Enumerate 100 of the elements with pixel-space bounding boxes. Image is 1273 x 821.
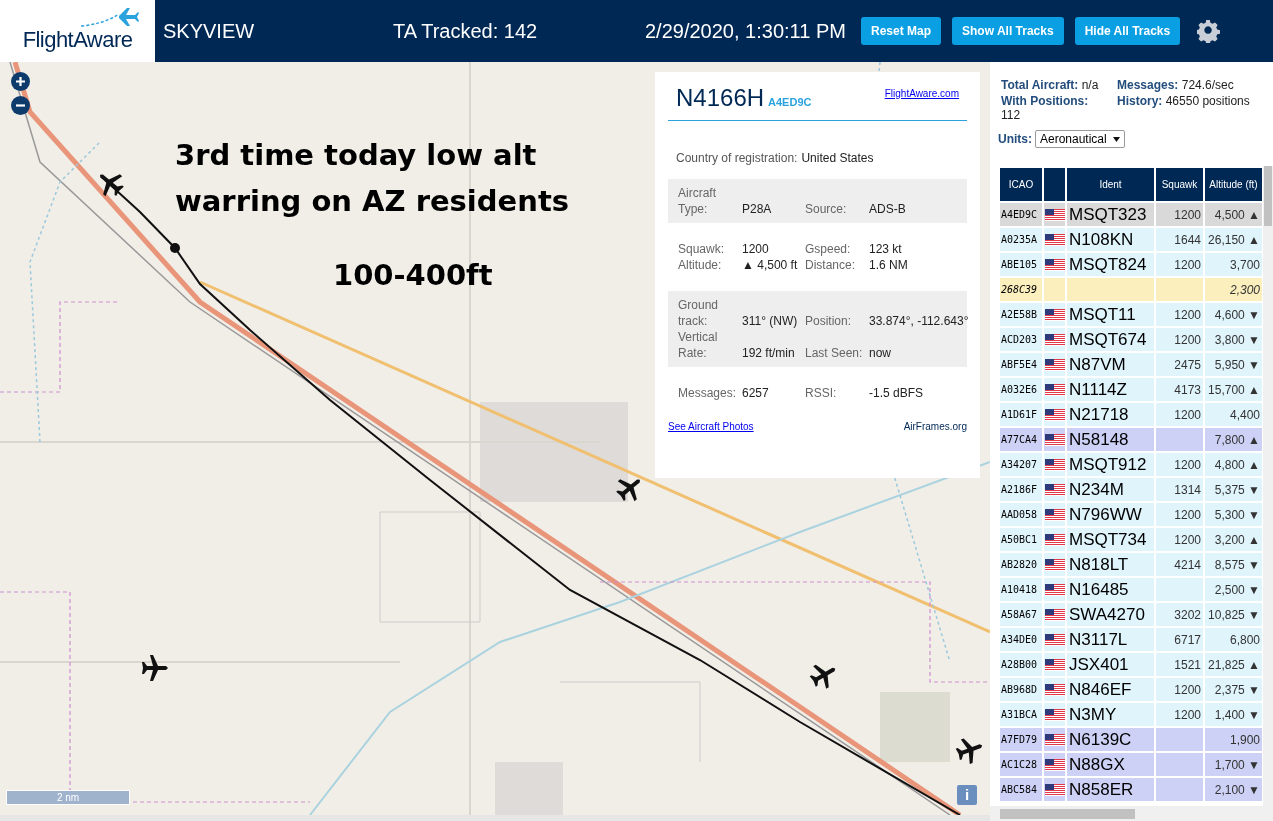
table-cell: 1314 (1156, 478, 1203, 501)
table-cell: 10,825 ▼ (1205, 603, 1262, 626)
aircraft-row[interactable]: AB968D N846EF 1200 2,375 ▼ (1000, 678, 1262, 701)
table-cell: 1200 (1156, 703, 1203, 726)
table-cell: 1200 (1156, 453, 1203, 476)
aircraft-row[interactable]: A7FD79 N6139C 1,900 (1000, 728, 1262, 751)
table-cell: MSQT824 (1067, 253, 1154, 276)
table-cell: 21,825 ▲ (1205, 653, 1262, 676)
stat-label: Messages: (1117, 78, 1179, 92)
flag-icon (1044, 558, 1065, 571)
aircraft-row[interactable]: AAD058 N796WW 1200 5,300 ▼ (1000, 503, 1262, 526)
column-header[interactable]: ICAO (1000, 168, 1042, 201)
field-value: ADS-B (869, 201, 907, 217)
annotation-text: warring on AZ residents (175, 183, 569, 220)
table-cell (1156, 728, 1203, 751)
annotation-text: 100-400ft (333, 257, 493, 294)
aircraft-row[interactable]: ABE105 MSQT824 1200 3,700 (1000, 253, 1262, 276)
table-cell: N3MY (1067, 703, 1154, 726)
logo[interactable]: FlightAware (0, 0, 155, 62)
aircraft-row[interactable]: A4ED9C MSQT323 1200 4,500 ▲ (1000, 203, 1262, 226)
field-value: 1200 (742, 241, 770, 257)
plane-icon[interactable] (100, 174, 124, 197)
aircraft-row[interactable]: A31BCA N3MY 1200 1,400 ▼ (1000, 703, 1262, 726)
field-value: 192 ft/min (742, 345, 796, 361)
plane-icon[interactable] (142, 655, 168, 681)
table-cell: 1200 (1156, 328, 1203, 351)
aircraft-row[interactable]: A2E58B MSQT11 1200 4,600 ▼ (1000, 303, 1262, 326)
aircraft-row[interactable]: 268C39 2,300 (1000, 278, 1262, 301)
tracked-count: TA Tracked: 142 (393, 19, 539, 44)
plane-logo-icon (79, 6, 139, 28)
aircraft-row[interactable]: A77CA4 N58148 7,800 ▲ (1000, 428, 1262, 451)
units-select[interactable]: Aeronautical (1035, 130, 1125, 148)
table-cell: 8,575 ▼ (1205, 553, 1262, 576)
field-label: RSSI: (805, 385, 838, 401)
stat-label: History: (1117, 94, 1163, 108)
flag-icon (1044, 358, 1065, 371)
table-cell: 3202 (1156, 603, 1203, 626)
aircraft-row[interactable]: A1D61F N21718 1200 4,400 (1000, 403, 1262, 426)
vertical-scrollbar[interactable] (1263, 166, 1273, 806)
table-cell: JSX401 (1067, 653, 1154, 676)
photos-link[interactable]: See Aircraft Photos (668, 419, 754, 434)
table-cell: A58A67 (1000, 603, 1042, 626)
aircraft-row[interactable]: ABC584 N858ER 2,100 ▼ (1000, 778, 1262, 801)
flag-icon (1044, 458, 1065, 471)
table-cell: 6,800 (1205, 628, 1262, 651)
field-label: Ground track: (678, 297, 720, 329)
field-value: 311° (NW) (742, 313, 799, 329)
aircraft-row[interactable]: A0235A N108KN 1644 26,150 ▲ (1000, 228, 1262, 251)
table-cell: 4,800 ▲ (1205, 453, 1262, 476)
aircraft-row[interactable]: A28B00 JSX401 1521 21,825 ▲ (1000, 653, 1262, 676)
table-cell: 3,800 ▼ (1205, 328, 1262, 351)
table-cell: N87VM (1067, 353, 1154, 376)
dropdown-arrow-icon (1112, 136, 1120, 142)
flightaware-link[interactable]: FlightAware.com (884, 86, 959, 101)
field-label: Source: (805, 201, 848, 217)
field-label: Squawk: (678, 241, 726, 257)
table-cell (1156, 278, 1203, 301)
aircraft-row[interactable]: A032E6 N1114Z 4173 15,700 ▲ (1000, 378, 1262, 401)
plane-icon[interactable] (616, 479, 640, 502)
table-cell: A34DE0 (1000, 628, 1042, 651)
table-cell: N16485 (1067, 578, 1154, 601)
table-cell: 2,375 ▼ (1205, 678, 1262, 701)
table-cell: A10418 (1000, 578, 1042, 601)
plane-icon[interactable] (809, 664, 836, 689)
table-cell: A4ED9C (1000, 203, 1042, 226)
plane-icon[interactable] (955, 738, 983, 764)
table-cell: MSQT11 (1067, 303, 1154, 326)
stat-value: 46550 positions (1165, 94, 1250, 108)
flag-icon (1044, 583, 1065, 596)
aircraft-row[interactable]: ACD203 MSQT674 1200 3,800 ▼ (1000, 328, 1262, 351)
flag-icon (1044, 508, 1065, 521)
aircraft-row[interactable]: A34DE0 N3117L 6717 6,800 (1000, 628, 1262, 651)
airframes-link[interactable]: AirFrames.org (903, 419, 967, 434)
table-cell: 1200 (1156, 528, 1203, 551)
table-cell: 1200 (1156, 678, 1203, 701)
horizontal-scrollbar[interactable] (990, 806, 1273, 821)
table-cell: AAD058 (1000, 503, 1042, 526)
column-header[interactable]: Ident (1067, 168, 1154, 201)
table-cell: N3117L (1067, 628, 1154, 651)
table-cell: 5,950 ▼ (1205, 353, 1262, 376)
aircraft-row[interactable]: A34207 MSQT912 1200 4,800 ▲ (1000, 453, 1262, 476)
field-value: 123 kt (869, 241, 903, 257)
aircraft-row[interactable]: AB2820 N818LT 4214 8,575 ▼ (1000, 553, 1262, 576)
table-cell: A31BCA (1000, 703, 1042, 726)
aircraft-row[interactable]: A10418 N16485 2,500 ▼ (1000, 578, 1262, 601)
settings-icon[interactable] (1197, 19, 1222, 43)
annotation-text: 3rd time today low alt (175, 137, 537, 174)
table-cell: 6717 (1156, 628, 1203, 651)
flag-icon (1044, 483, 1065, 496)
aircraft-row[interactable]: A50BC1 MSQT734 1200 3,200 ▲ (1000, 528, 1262, 551)
column-header[interactable]: Altitude (ft) (1205, 168, 1262, 201)
table-cell: 2,500 ▼ (1205, 578, 1262, 601)
aircraft-row[interactable]: ABF5E4 N87VM 2475 5,950 ▼ (1000, 353, 1262, 376)
table-cell: 4,600 ▼ (1205, 303, 1262, 326)
table-cell: 1644 (1156, 228, 1203, 251)
aircraft-row[interactable]: A58A67 SWA4270 3202 10,825 ▼ (1000, 603, 1262, 626)
aircraft-row[interactable]: AC1C28 N88GX 1,700 ▼ (1000, 753, 1262, 776)
table-cell: N234M (1067, 478, 1154, 501)
column-header[interactable]: Squawk (1156, 168, 1203, 201)
aircraft-row[interactable]: A2186F N234M 1314 5,375 ▼ (1000, 478, 1262, 501)
